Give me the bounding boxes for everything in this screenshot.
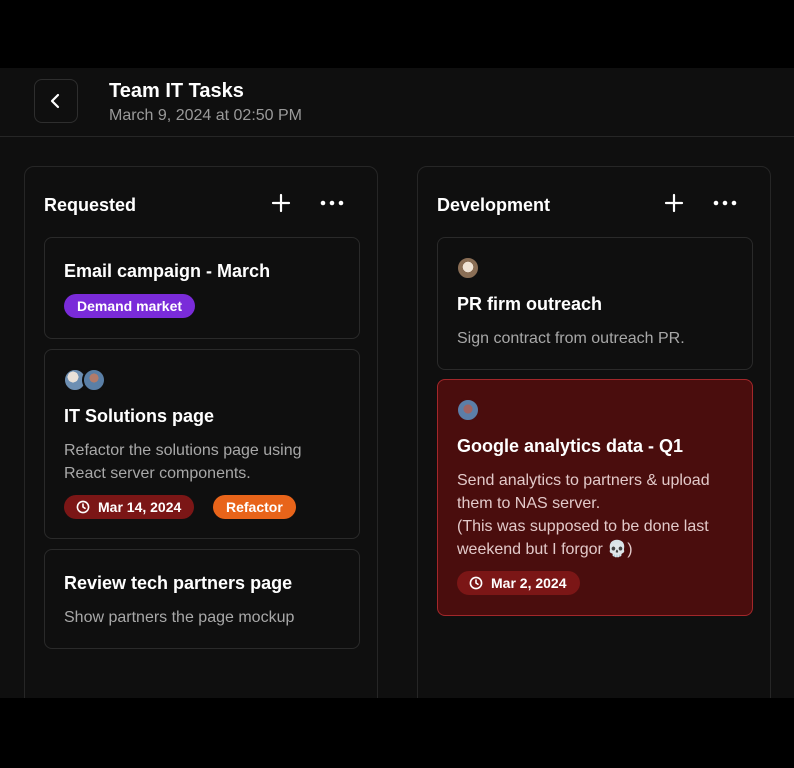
column-menu-button[interactable] <box>319 191 345 215</box>
task-title: Email campaign - March <box>64 261 271 281</box>
task-card-overdue[interactable]: Google analytics data - Q1 Send analytic… <box>437 379 753 616</box>
plus-icon <box>271 193 291 213</box>
task-card[interactable]: Review tech partners page Show partners … <box>44 549 360 649</box>
due-date-badge: Mar 14, 2024 <box>64 495 195 519</box>
due-date-text: Mar 2, 2024 <box>491 575 567 591</box>
avatar <box>456 398 480 422</box>
task-description: Refactor the solutions page using React … <box>64 442 302 482</box>
task-description: Show partners the page mockup <box>64 609 295 626</box>
column-menu-button[interactable] <box>712 191 738 215</box>
more-horizontal-icon <box>320 200 344 206</box>
task-card[interactable]: PR firm outreach Sign contract from outr… <box>437 237 753 370</box>
avatar <box>82 368 106 392</box>
kanban-app: Team IT Tasks March 9, 2024 at 02:50 PM … <box>0 68 794 698</box>
page-timestamp: March 9, 2024 at 02:50 PM <box>109 107 302 124</box>
tag-badge: Refactor <box>213 495 296 519</box>
add-card-button[interactable] <box>662 191 686 215</box>
due-date-text: Mar 14, 2024 <box>98 499 182 515</box>
task-title: PR firm outreach <box>457 294 603 314</box>
add-card-button[interactable] <box>269 191 293 215</box>
avatar <box>456 256 480 280</box>
task-title: Google analytics data - Q1 <box>457 436 684 456</box>
back-button[interactable] <box>34 79 78 123</box>
clock-icon <box>469 576 483 590</box>
task-title: IT Solutions page <box>64 406 215 426</box>
column-title: Requested <box>44 195 137 215</box>
column-requested: Requested Email campaign - March Demand … <box>24 166 378 698</box>
task-title: Review tech partners page <box>64 573 293 593</box>
task-card[interactable]: IT Solutions page Refactor the solutions… <box>44 349 360 539</box>
plus-icon <box>664 193 684 213</box>
due-date-badge: Mar 2, 2024 <box>457 571 580 595</box>
tag-badge: Demand market <box>64 294 196 318</box>
more-horizontal-icon <box>713 200 737 206</box>
task-description: Sign contract from outreach PR. <box>457 330 685 347</box>
column-development: Development PR firm outreach Sign contra… <box>417 166 771 698</box>
page-title: Team IT Tasks <box>109 80 244 102</box>
clock-icon <box>76 500 90 514</box>
column-title: Development <box>437 195 551 215</box>
task-card[interactable]: Email campaign - March Demand market <box>44 237 360 339</box>
task-description: Send analytics to partners & upload them… <box>457 472 710 558</box>
header: Team IT Tasks March 9, 2024 at 02:50 PM <box>0 68 794 137</box>
chevron-left-icon <box>49 93 63 109</box>
